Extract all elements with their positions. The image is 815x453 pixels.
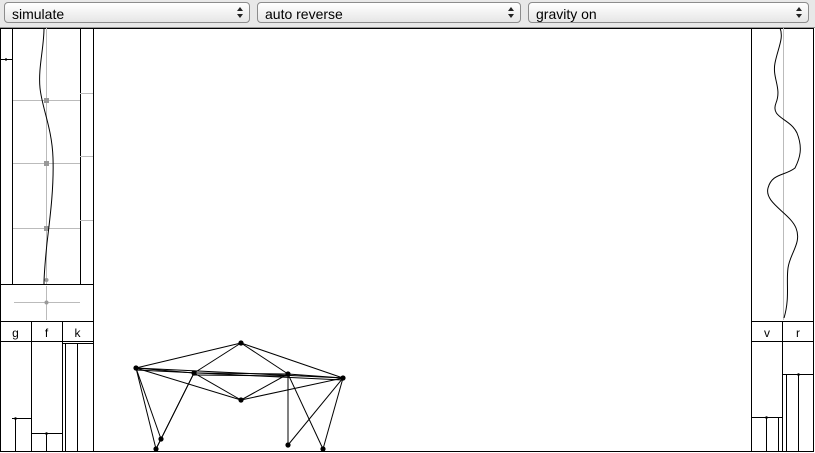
right-panel <box>751 28 814 452</box>
mode-select[interactable]: simulate <box>4 2 250 23</box>
simulation-canvas[interactable] <box>0 28 815 453</box>
chevron-up-down-icon <box>508 7 514 18</box>
slider-k[interactable] <box>62 343 93 453</box>
reverse-select[interactable]: auto reverse <box>257 2 521 23</box>
spring-model-masses[interactable] <box>133 340 346 452</box>
left-panel <box>0 28 94 452</box>
mode-select-value: simulate <box>12 6 65 22</box>
gravity-select-value: gravity on <box>536 6 597 22</box>
slider-label-f: f <box>44 326 49 340</box>
chevron-up-down-icon <box>796 7 802 18</box>
slider-label-r: r <box>796 326 800 340</box>
slider-v[interactable] <box>752 416 782 452</box>
slider-label-g: g <box>12 326 19 340</box>
chevron-up-down-icon <box>237 7 243 18</box>
slider-label-v: v <box>764 326 770 340</box>
spring-model[interactable] <box>135 342 344 450</box>
slider-g[interactable] <box>12 417 31 452</box>
reverse-select-value: auto reverse <box>265 6 343 22</box>
slider-r[interactable] <box>783 373 814 452</box>
slider-label-k: k <box>74 326 81 340</box>
gravity-select[interactable]: gravity on <box>528 2 809 23</box>
toolbar: simulate auto reverse gravity on <box>0 0 815 28</box>
slider-f[interactable] <box>32 432 62 452</box>
